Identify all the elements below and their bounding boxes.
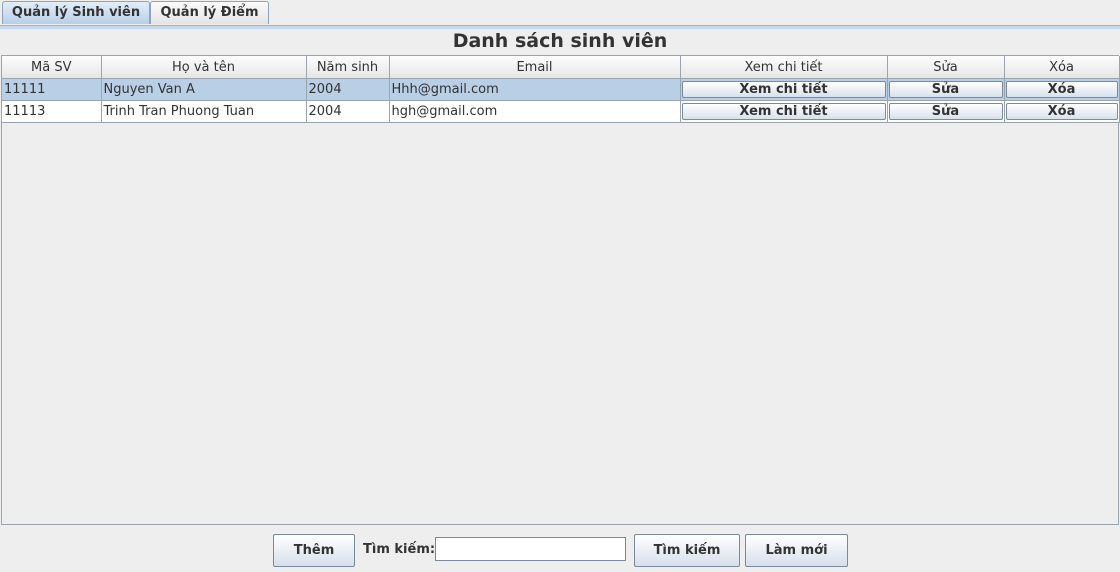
delete-button[interactable]: Xóa [1005,103,1118,120]
cell-edit: Sửa [887,100,1005,123]
cell-name[interactable]: Nguyen Van A [101,78,307,101]
table-header-row: Mã SV Họ và tên Năm sinh Email Xem chi t… [2,56,1120,79]
search-label: Tìm kiếm: [363,542,436,557]
cell-year[interactable]: 2004 [306,78,390,101]
column-header-id[interactable]: Mã SV [2,56,102,79]
refresh-button[interactable]: Làm mới [745,534,848,567]
view-detail-button[interactable]: Xem chi tiết [681,103,886,120]
table-row[interactable]: 11111 Nguyen Van A 2004 Hhh@gmail.com Xe… [2,78,1120,101]
table-row[interactable]: 11113 Trinh Tran Phuong Tuan 2004 hgh@gm… [2,100,1120,123]
student-table: Mã SV Họ và tên Năm sinh Email Xem chi t… [2,56,1120,123]
page-title: Danh sách sinh viên [452,30,668,52]
cell-email[interactable]: Hhh@gmail.com [389,78,681,101]
add-button[interactable]: Thêm [273,534,355,567]
tab-bar: Quản lý Sinh viên Quản lý Điểm [0,0,1120,30]
cell-name[interactable]: Trinh Tran Phuong Tuan [101,100,307,123]
column-header-year[interactable]: Năm sinh [306,56,390,79]
delete-button[interactable]: Xóa [1005,81,1118,98]
search-input[interactable] [435,537,626,561]
cell-detail: Xem chi tiết [680,78,888,101]
cell-id[interactable]: 11113 [2,100,102,123]
view-detail-button[interactable]: Xem chi tiết [681,81,886,98]
column-header-delete[interactable]: Xóa [1004,56,1120,79]
cell-delete: Xóa [1004,78,1120,101]
edit-button[interactable]: Sửa [888,103,1003,120]
column-header-name[interactable]: Họ và tên [101,56,307,79]
search-button[interactable]: Tìm kiếm [634,534,740,567]
cell-email[interactable]: hgh@gmail.com [389,100,681,123]
tab-grade-management[interactable]: Quản lý Điểm [150,1,269,24]
student-table-panel: Mã SV Họ và tên Năm sinh Email Xem chi t… [1,55,1120,525]
column-header-edit[interactable]: Sửa [887,56,1005,79]
cell-edit: Sửa [887,78,1005,101]
cell-id[interactable]: 11111 [2,78,102,101]
cell-detail: Xem chi tiết [680,100,888,123]
cell-year[interactable]: 2004 [306,100,390,123]
tab-divider [0,25,1120,29]
column-header-email[interactable]: Email [389,56,681,79]
column-header-detail[interactable]: Xem chi tiết [680,56,888,79]
edit-button[interactable]: Sửa [888,81,1003,98]
action-bar: Thêm Tìm kiếm: Tìm kiếm Làm mới [0,532,1120,568]
tab-student-management[interactable]: Quản lý Sinh viên [2,1,150,24]
cell-delete: Xóa [1004,100,1120,123]
